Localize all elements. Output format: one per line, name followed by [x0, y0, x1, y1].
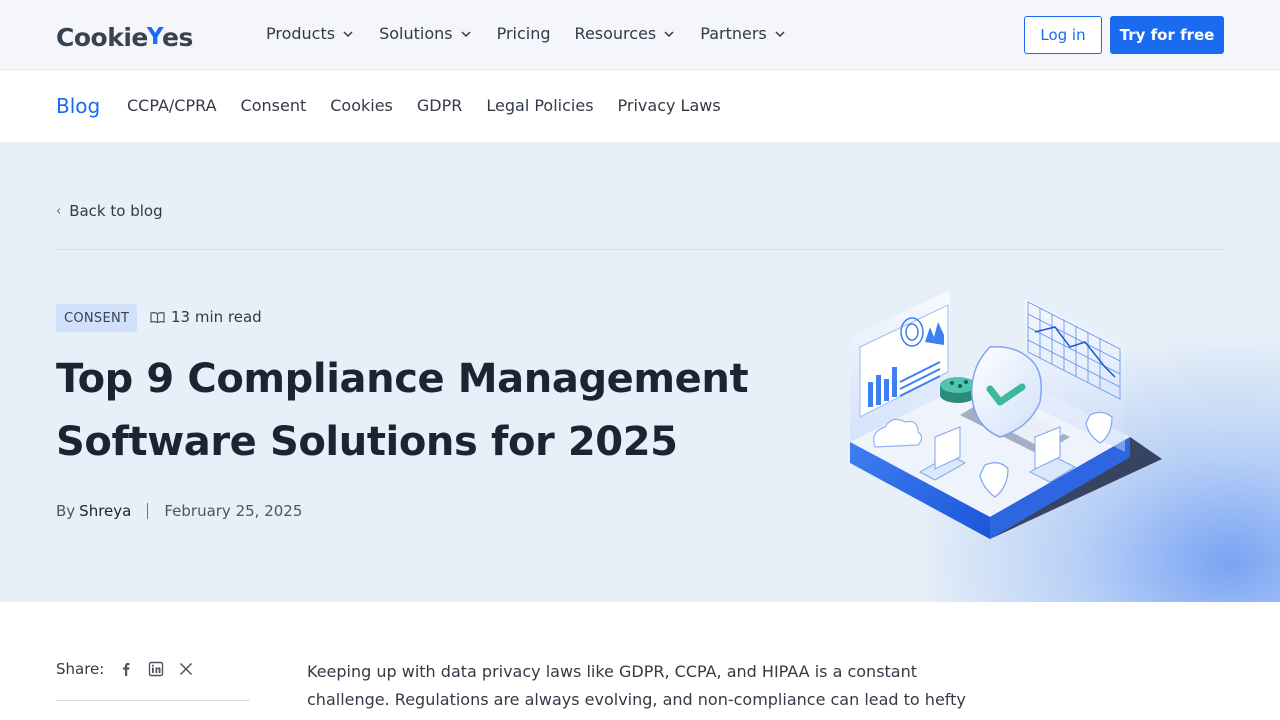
- category-tag[interactable]: CONSENT: [56, 304, 138, 332]
- article-title: Top 9 Compliance Management Software Sol…: [56, 356, 749, 465]
- blog-category-nav: Blog CCPA/CPRA Consent Cookies GDPR Lega…: [0, 70, 1280, 142]
- linkedin-icon[interactable]: [148, 661, 164, 677]
- compliance-illustration: [850, 290, 1162, 539]
- menu-resources-label: Resources: [574, 24, 657, 43]
- article-intro-paragraph: Keeping up with data privacy laws like G…: [307, 662, 966, 709]
- menu-partners[interactable]: Partners: [700, 24, 786, 43]
- read-time: 13 min read: [150, 308, 262, 326]
- menu-products[interactable]: Products: [266, 24, 355, 43]
- category-consent[interactable]: Consent: [241, 96, 307, 115]
- category-cookies[interactable]: Cookies: [330, 96, 393, 115]
- category-ccpa-cpra[interactable]: CCPA/CPRA: [127, 96, 217, 115]
- menu-resources[interactable]: Resources: [575, 24, 677, 43]
- chevron-down-icon: [343, 30, 353, 37]
- publish-date: February 25, 2025: [164, 502, 303, 520]
- cookieyes-logo[interactable]: Cookie Yes: [56, 22, 193, 52]
- share-divider: [56, 700, 250, 701]
- blog-home-link[interactable]: Blog: [56, 94, 100, 118]
- byline: By Shreya February 25, 2025: [56, 502, 302, 520]
- main-menu: Products Solutions Pricing Resources Par…: [266, 24, 787, 43]
- article-hero: ‹ Back to blog CONSENT 13 min read Top 9…: [0, 142, 1280, 602]
- share-bar: Share:: [56, 660, 194, 678]
- login-button[interactable]: Log in: [1024, 16, 1102, 54]
- menu-solutions[interactable]: Solutions: [379, 24, 473, 43]
- author-link[interactable]: Shreya: [79, 502, 131, 520]
- try-for-free-button[interactable]: Try for free: [1110, 16, 1224, 54]
- chevron-down-icon: [664, 30, 674, 37]
- category-gdpr[interactable]: GDPR: [417, 96, 462, 115]
- category-links: CCPA/CPRA Consent Cookies GDPR Legal Pol…: [127, 96, 721, 115]
- chevron-down-icon: [775, 30, 785, 37]
- menu-partners-label: Partners: [700, 24, 767, 43]
- menu-products-label: Products: [266, 24, 336, 43]
- logo-text-start: Cookie: [56, 22, 148, 52]
- logo-text-end: es: [162, 22, 193, 52]
- category-legal-policies[interactable]: Legal Policies: [486, 96, 593, 115]
- top-navigation: Cookie Yes Products Solutions Pricing Res…: [0, 0, 1280, 70]
- chevron-left-icon: ‹: [56, 203, 62, 219]
- category-privacy-laws[interactable]: Privacy Laws: [618, 96, 721, 115]
- back-to-blog-link[interactable]: ‹ Back to blog: [56, 202, 163, 220]
- by-label: By: [56, 502, 76, 520]
- facebook-icon[interactable]: [118, 661, 134, 677]
- menu-pricing-label: Pricing: [496, 24, 551, 43]
- x-icon[interactable]: [178, 661, 194, 677]
- chevron-down-icon: [461, 30, 471, 37]
- hero-divider: [56, 249, 1224, 250]
- book-icon: [150, 311, 165, 323]
- logo-check-mark: Y: [146, 24, 164, 50]
- read-time-label: 13 min read: [171, 308, 262, 326]
- menu-pricing[interactable]: Pricing: [497, 24, 551, 43]
- byline-separator: [147, 503, 149, 519]
- menu-solutions-label: Solutions: [379, 24, 453, 43]
- back-to-blog-label: Back to blog: [69, 202, 163, 220]
- share-label: Share:: [56, 660, 105, 678]
